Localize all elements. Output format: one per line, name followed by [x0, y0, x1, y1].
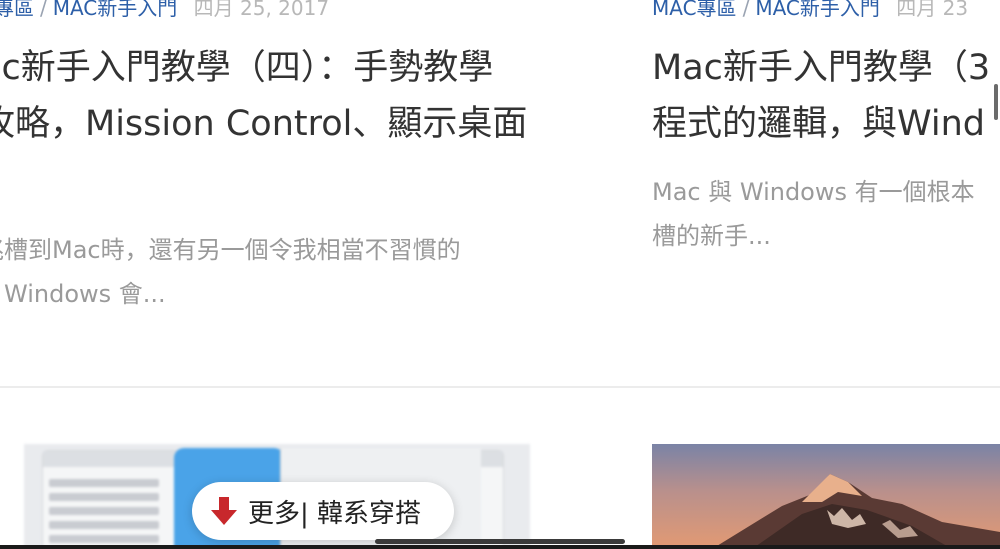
article-excerpt: Mac 與 Windows 有一個根本 槽的新手... — [652, 170, 975, 258]
scrollbar-thumb[interactable] — [994, 84, 998, 120]
category-separator: / — [742, 0, 750, 20]
article-title[interactable]: Mac新手入門教學（3 程式的邏輯，與Wind — [652, 40, 990, 152]
category-link[interactable]: MAC新手入門 — [53, 0, 178, 20]
category-separator: / — [39, 0, 47, 20]
article-title-line[interactable]: 攻略，Mission Control、顯示桌面 — [0, 104, 527, 144]
excerpt-line: 兆槽到Mac時，還有另一個令我相當不習慣的 — [0, 236, 461, 264]
article-meta: C專區/ MAC新手入門 四月 25, 2017 — [0, 0, 329, 22]
home-indicator[interactable] — [375, 539, 625, 544]
section-divider — [0, 386, 1000, 388]
excerpt-line: ，Windows 會... — [0, 280, 166, 308]
article-title[interactable]: ac新手入門教學（四）：手勢教學 攻略，Mission Control、顯示桌面 — [0, 40, 527, 152]
article-title-line[interactable]: Mac新手入門教學（3 — [652, 48, 990, 88]
more-button-label: 更多| 韓系穿搭 — [248, 498, 422, 529]
article-title-line[interactable]: 程式的邏輯，與Wind — [652, 104, 985, 144]
article-excerpt: 兆槽到Mac時，還有另一個令我相當不習慣的 ，Windows 會... — [0, 228, 461, 316]
category-link[interactable]: MAC專區 — [652, 0, 737, 20]
article-date: 四月 25, 2017 — [193, 0, 330, 20]
more-button[interactable]: 更多| 韓系穿搭 — [192, 482, 454, 540]
article-date: 四月 23 — [896, 0, 969, 20]
mountain-image — [712, 474, 1000, 549]
article-thumbnail-right[interactable] — [652, 444, 1000, 549]
excerpt-line: 槽的新手... — [652, 222, 771, 250]
category-link[interactable]: MAC新手入門 — [755, 0, 880, 20]
bottom-edge — [0, 545, 1000, 549]
category-link[interactable]: C專區 — [0, 0, 34, 20]
excerpt-line: Mac 與 Windows 有一個根本 — [652, 178, 975, 206]
article-title-line[interactable]: ac新手入門教學（四）：手勢教學 — [0, 48, 493, 88]
down-arrow-icon — [211, 497, 237, 525]
article-meta: MAC專區 / MAC新手入門 四月 23 — [652, 0, 968, 22]
